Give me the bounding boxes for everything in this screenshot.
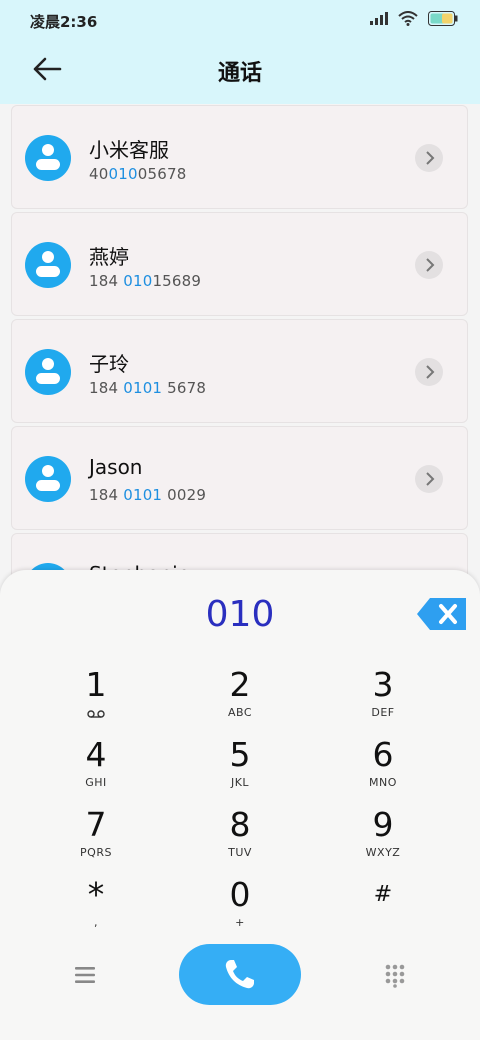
key-hash[interactable]: # (313, 876, 453, 942)
contact-item[interactable]: Jason 184 0101 0029 (11, 426, 468, 530)
wifi-icon (398, 11, 418, 26)
chevron-right-icon[interactable] (415, 358, 443, 386)
avatar-icon (25, 242, 71, 288)
avatar-icon (25, 456, 71, 502)
battery-icon (428, 11, 458, 26)
contact-number: 184 01015689 (89, 272, 202, 290)
avatar-icon (25, 349, 71, 395)
dialpad-icon[interactable] (385, 964, 405, 988)
key-8[interactable]: 8 TUV (170, 806, 310, 872)
avatar-icon (25, 135, 71, 181)
menu-icon[interactable] (74, 966, 96, 984)
app-header: 凌晨2:36 通话 (0, 0, 480, 104)
contact-number: 184 0101 5678 (89, 379, 207, 397)
contact-list: 小米客服 4001005678 燕婷 184 01015689 子玲 184 0… (0, 104, 480, 584)
key-3[interactable]: 3 DEF (313, 666, 453, 732)
contact-item[interactable]: 子玲 184 0101 5678 (11, 319, 468, 423)
dialed-number[interactable]: 010 (0, 594, 480, 635)
dial-pad: 010 1 2 ABC 3 DEF 4 GHI 5 JKL 6 MNO 7 PQ… (0, 570, 480, 1040)
key-1[interactable]: 1 (26, 666, 166, 732)
status-icons (370, 11, 458, 26)
key-5[interactable]: 5 JKL (170, 736, 310, 802)
key-2[interactable]: 2 ABC (170, 666, 310, 732)
phone-icon (225, 960, 254, 989)
contact-name: Jason (89, 455, 143, 479)
call-button[interactable] (179, 944, 301, 1005)
chevron-right-icon[interactable] (415, 144, 443, 172)
key-0[interactable]: 0 + (170, 876, 310, 942)
page-title: 通话 (217, 61, 262, 86)
key-star[interactable]: * , (26, 876, 166, 942)
voicemail-icon (87, 710, 105, 718)
key-4[interactable]: 4 GHI (26, 736, 166, 802)
contact-item[interactable]: 燕婷 184 01015689 (11, 212, 468, 316)
key-6[interactable]: 6 MNO (313, 736, 453, 802)
chevron-right-icon[interactable] (415, 465, 443, 493)
contact-name: 燕婷 (89, 245, 129, 269)
signal-icon (370, 12, 388, 25)
key-9[interactable]: 9 WXYZ (313, 806, 453, 872)
contact-number: 184 0101 0029 (89, 486, 207, 504)
contact-item[interactable]: 小米客服 4001005678 (11, 105, 468, 209)
chevron-right-icon[interactable] (415, 251, 443, 279)
contact-name: 小米客服 (89, 138, 169, 162)
status-time: 凌晨2:36 (30, 13, 98, 31)
status-bar: 凌晨2:36 (0, 0, 480, 40)
contact-number: 4001005678 (89, 165, 187, 183)
contact-name: 子玲 (89, 352, 129, 376)
key-7[interactable]: 7 PQRS (26, 806, 166, 872)
backspace-icon[interactable] (416, 596, 468, 632)
